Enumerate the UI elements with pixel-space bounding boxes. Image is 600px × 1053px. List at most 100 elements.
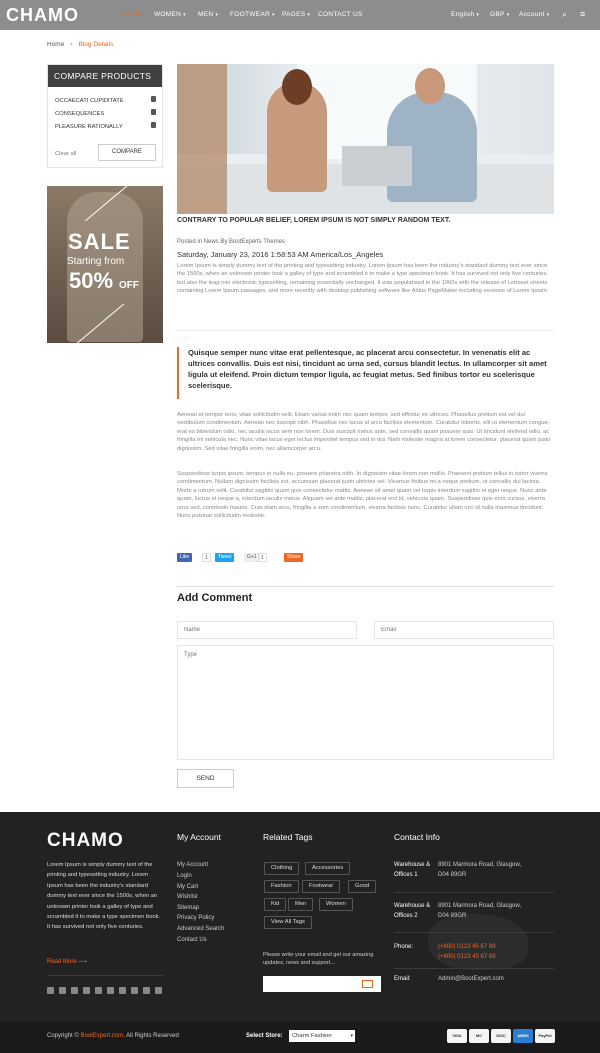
store-select[interactable]: Charm Fashion ▾ [289,1030,355,1042]
read-more-link[interactable]: Read More ⟶ [47,958,87,965]
tag[interactable]: Footwear [302,880,341,893]
like-count: 1 [202,553,211,562]
facebook-like-button[interactable]: Like [177,553,193,562]
search-icon[interactable]: ⌕ [562,9,567,20]
tag[interactable]: Fashion [264,880,299,893]
footer: CHAMO Lorem Ipsum is simply dummy text o… [0,812,600,1022]
phone-number[interactable]: (+800) 0123 45 67 89 [438,953,496,963]
sale-heading: SALE [68,229,131,254]
facebook-icon[interactable] [47,987,54,994]
tag[interactable]: Clothing [264,862,300,875]
compare-button[interactable]: COMPARE [98,144,156,161]
youtube-icon[interactable] [119,987,126,994]
site-logo[interactable]: CHAMO [6,5,79,26]
chevron-down-icon: ▾ [271,12,275,18]
twitter-icon[interactable] [59,987,66,994]
nav-men[interactable]: MEN ▾ [198,11,218,18]
warehouse-postcode: D04 89GR [438,913,467,919]
compare-item[interactable]: PLEASURE RATIONALLY [55,124,123,130]
menu-icon[interactable]: ≡ [580,9,586,19]
tag[interactable]: Women [319,898,353,911]
sale-off: OFF [119,280,139,291]
linkedin-icon[interactable] [83,987,90,994]
email-input[interactable] [374,621,554,639]
footer-link[interactable]: Privacy Policy [177,915,214,921]
chevron-right-icon: › [70,41,73,48]
footer-link[interactable]: My Cart [177,884,198,890]
phone-label: Phone: [394,944,414,950]
envelope-icon[interactable] [362,980,373,988]
send-button[interactable]: SEND [177,769,234,788]
comment-textarea[interactable] [177,645,554,760]
account-menu[interactable]: Account ▾ [519,11,549,18]
discover-icon: DISC [491,1029,511,1043]
currency-select[interactable]: GBP ▾ [490,11,509,18]
tag[interactable]: Men [288,898,314,911]
visa-icon: VISA [447,1029,467,1043]
email-address[interactable]: Admin@BootExpert.com [438,975,504,985]
warehouse-postcode: D04 89GR [438,872,467,878]
view-all-tags[interactable]: View All Tags [264,916,312,929]
vimeo-icon[interactable] [155,987,162,994]
tag[interactable]: Accessories [305,862,351,875]
post-intro: Lorem Ipsum is simply dummy text of the … [177,263,549,295]
warehouse-label: Warehouse & Offices 1 [394,862,431,878]
footer-link[interactable]: Advanced Search [177,926,224,932]
divider [394,892,554,893]
footer-link[interactable]: My Account [177,862,208,868]
copyright: Copyright © BootExpert.com. All Rights R… [47,1033,179,1039]
warehouse-address: 8901 Marmora Road, Glasgow, [438,862,522,868]
post-paragraph: Suspendisse turpis ipsum, tempus in null… [177,471,548,520]
tag[interactable]: Kid [264,898,287,911]
contact-info-heading: Contact Info [394,832,440,842]
compare-title: COMPARE PRODUCTS [48,65,162,87]
flickr-icon[interactable] [131,987,138,994]
gplus-icon[interactable] [71,987,78,994]
share-button[interactable]: Share [284,553,304,562]
compare-item[interactable]: CONSEQUENCES [55,111,104,117]
name-input[interactable] [177,621,357,639]
top-navbar: CHAMO HOME WOMEN ▾ MEN ▾ FOOTWEAR ▾ PAGES ▾ … [0,0,600,30]
trash-icon[interactable] [151,122,156,128]
sale-banner[interactable]: SALE Starting from 50% OFF [47,186,163,343]
footer-logo[interactable]: CHAMO [47,830,124,852]
sale-subheading: Starting from [67,256,125,267]
instagram-icon[interactable] [95,987,102,994]
trash-icon[interactable] [151,109,156,115]
pinterest-icon[interactable] [107,987,114,994]
tweet-button[interactable]: Tweet [215,553,235,562]
breadcrumb-home[interactable]: Home [47,41,64,48]
arrow-right-icon: ⟶ [78,959,87,965]
footer-link[interactable]: Login [177,873,192,879]
footer-about: Lorem Ipsum is simply dummy text of the … [47,862,161,931]
select-store-label: Select Store: [246,1033,283,1039]
sale-percent: 50% [69,268,114,293]
divider [177,586,554,587]
nav-contact[interactable]: CONTACT US [318,11,363,18]
tag[interactable]: Good [348,880,377,893]
chevron-down-icon: ▾ [215,12,219,18]
post-image [177,64,554,214]
bottom-bar: Copyright © BootExpert.com. All Rights R… [0,1022,600,1053]
footer-link[interactable]: Sitemap [177,905,199,911]
copyright-link[interactable]: BootExpert.com [80,1033,123,1039]
nav-home[interactable]: HOME [124,11,145,18]
language-select[interactable]: English ▾ [451,11,479,18]
post-paragraph: Aenean et tempor eros, vitae sollicitudi… [177,412,551,452]
post-blockquote: Quisque semper nunc vitae erat pellentes… [177,347,554,399]
nav-women[interactable]: WOMEN ▾ [154,11,186,18]
rss-icon[interactable] [143,987,150,994]
footer-link[interactable]: Contact Us [177,937,207,943]
newsletter-text: Please write your email and get our amaz… [263,952,374,967]
paypal-icon: PayPal [535,1029,555,1043]
phone-number[interactable]: (+800) 0123 45 67 89 [438,943,496,953]
clear-all-link[interactable]: Clear all [55,151,76,157]
nav-pages[interactable]: PAGES ▾ [282,11,310,18]
nav-footwear[interactable]: FOOTWEAR ▾ [230,11,275,18]
trash-icon[interactable] [151,96,156,102]
breadcrumb: Home › Blog Details [47,41,113,48]
breadcrumb-current: Blog Details [78,41,114,48]
compare-item[interactable]: OCCAECATI CUPIDITATE [55,98,124,104]
post-meta: Posted in News By BootExperts Themes [177,239,285,245]
footer-link[interactable]: Wishlist [177,894,198,900]
